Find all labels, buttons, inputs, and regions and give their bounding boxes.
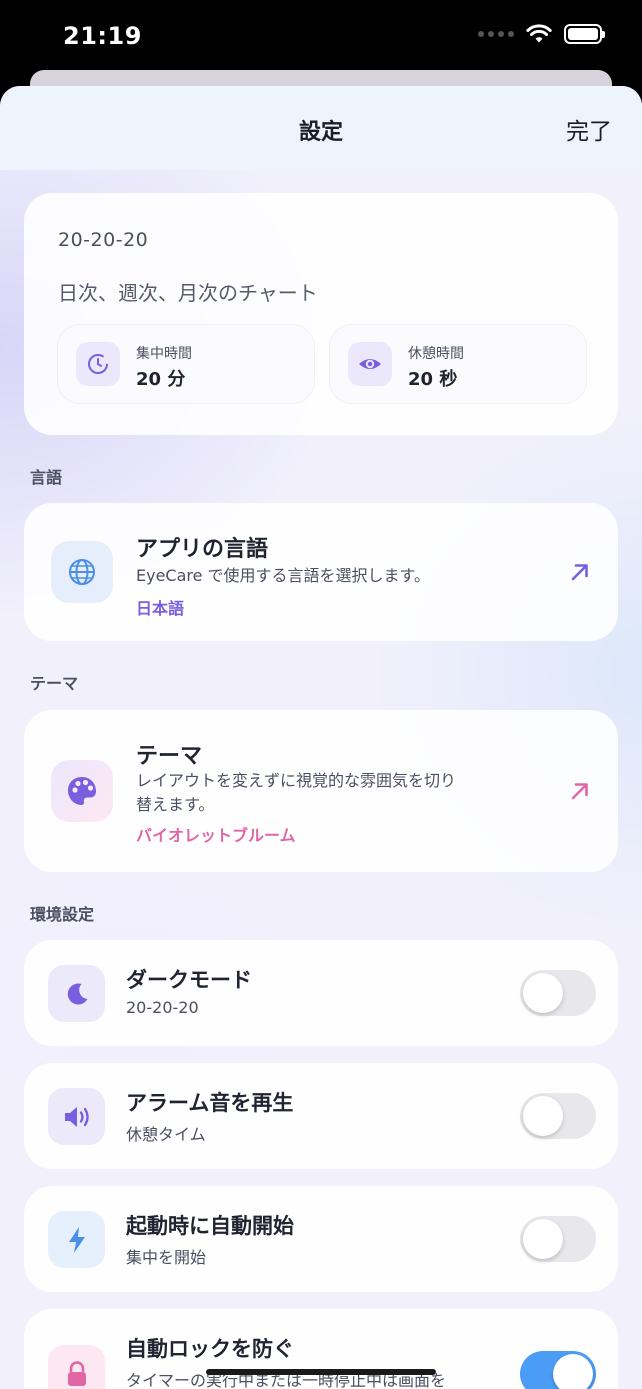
- auto-start-row: 起動時に自動開始 集中を開始: [24, 1186, 618, 1292]
- summary-subtitle: 日次、週次、月次のチャート: [58, 281, 318, 305]
- rest-time-stat: 休憩時間 20 秒: [330, 325, 586, 403]
- cellular-signal-icon: [478, 31, 514, 37]
- rest-time-value: 20 秒: [408, 369, 458, 390]
- rest-time-label: 休憩時間: [408, 346, 464, 362]
- summary-code: 20-20-20: [58, 229, 149, 251]
- moon-icon: [48, 965, 105, 1022]
- status-time: 21:19: [63, 22, 142, 50]
- status-indicators: [478, 24, 605, 44]
- app-language-card[interactable]: アプリの言語 EyeCare で使用する言語を選択します。 日本語: [24, 503, 618, 641]
- dark-mode-title: ダークモード: [126, 968, 252, 992]
- dark-mode-toggle[interactable]: [520, 970, 596, 1016]
- focus-time-stat: 集中時間 20 分: [58, 325, 314, 403]
- prevent-auto-lock-toggle[interactable]: [520, 1351, 596, 1389]
- alarm-sound-row: アラーム音を再生 休憩タイム: [24, 1063, 618, 1169]
- theme-card[interactable]: テーマ レイアウトを変えずに視覚的な雰囲気を切り替えます。 バイオレットブルーム: [24, 710, 618, 872]
- auto-start-title: 起動時に自動開始: [126, 1214, 294, 1238]
- section-label-theme: テーマ: [30, 674, 79, 693]
- arrow-up-right-icon: [571, 783, 588, 800]
- page-title: 設定: [298, 120, 343, 145]
- theme-description: レイアウトを変えずに視覚的な雰囲気を切り替えます。: [136, 771, 457, 814]
- alarm-sound-title: アラーム音を再生: [126, 1091, 294, 1115]
- summary-card: 20-20-20 日次、週次、月次のチャート 集中時間 20 分 休憩時間 20…: [24, 193, 618, 435]
- timer-icon: [76, 342, 120, 386]
- auto-start-toggle[interactable]: [520, 1216, 596, 1262]
- section-label-language: 言語: [30, 468, 63, 487]
- app-language-value: 日本語: [136, 599, 185, 618]
- prevent-auto-lock-row: 自動ロックを防ぐ タイマーの実行中または一時停止中は画面を: [24, 1309, 618, 1389]
- lock-icon: [48, 1345, 105, 1389]
- theme-value: バイオレットブルーム: [136, 826, 296, 845]
- globe-icon: [51, 541, 113, 603]
- settings-sheet: 設定 完了 20-20-20 日次、週次、月次のチャート 集中時間 20 分 休…: [0, 86, 642, 1389]
- home-indicator: [206, 1369, 436, 1375]
- bolt-icon: [48, 1211, 105, 1268]
- alarm-sound-subtitle: 休憩タイム: [126, 1125, 206, 1144]
- nav-bar: 設定 完了: [0, 86, 642, 170]
- arrow-up-right-icon: [571, 564, 588, 581]
- eye-icon: [348, 342, 392, 386]
- app-language-title: アプリの言語: [136, 537, 269, 562]
- section-label-preferences: 環境設定: [30, 905, 95, 924]
- alarm-sound-toggle[interactable]: [520, 1093, 596, 1139]
- wifi-icon: [526, 24, 552, 43]
- auto-start-subtitle: 集中を開始: [126, 1248, 207, 1267]
- focus-time-label: 集中時間: [136, 346, 192, 362]
- palette-icon: [51, 760, 113, 822]
- focus-time-value: 20 分: [136, 369, 186, 390]
- app-language-description: EyeCare で使用する言語を選択します。: [136, 566, 430, 585]
- done-button[interactable]: 完了: [566, 112, 612, 146]
- dark-mode-subtitle: 20-20-20: [126, 998, 199, 1017]
- prevent-auto-lock-title: 自動ロックを防ぐ: [126, 1337, 294, 1361]
- theme-title: テーマ: [136, 744, 203, 769]
- speaker-icon: [48, 1088, 105, 1145]
- dark-mode-row: ダークモード 20-20-20: [24, 940, 618, 1046]
- battery-icon: [564, 24, 605, 44]
